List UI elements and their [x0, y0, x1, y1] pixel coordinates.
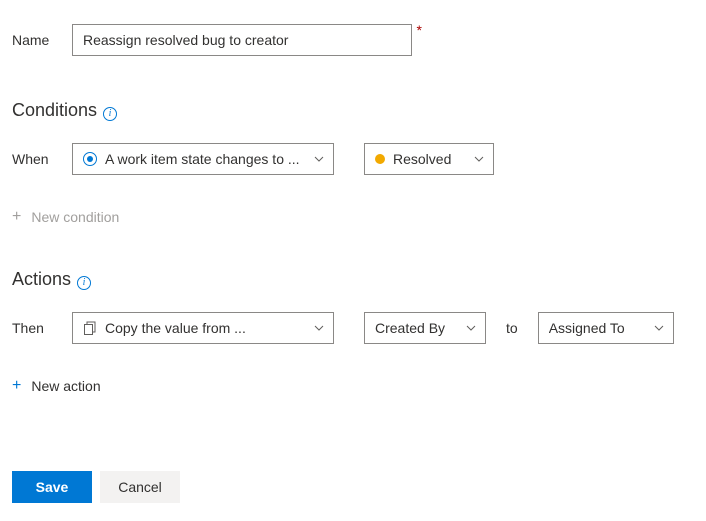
add-condition-button[interactable]: + New condition: [12, 209, 119, 225]
state-status-icon: [375, 154, 385, 164]
chevron-down-icon: [313, 322, 325, 334]
chevron-down-icon: [473, 153, 485, 165]
save-button[interactable]: Save: [12, 471, 92, 503]
condition-state-dropdown[interactable]: Resolved: [364, 143, 494, 175]
copy-icon: [83, 321, 97, 335]
info-icon[interactable]: i: [103, 100, 117, 121]
condition-trigger-dropdown[interactable]: A work item state changes to ...: [72, 143, 334, 175]
plus-icon: +: [12, 209, 21, 225]
plus-icon: +: [12, 378, 21, 394]
action-target-field-dropdown[interactable]: Assigned To: [538, 312, 674, 344]
to-label: to: [506, 320, 518, 336]
required-indicator: *: [417, 22, 422, 38]
condition-state-text: Resolved: [393, 151, 451, 167]
chevron-down-icon: [465, 322, 477, 334]
action-type-text: Copy the value from ...: [105, 320, 246, 336]
rule-name-input[interactable]: [72, 24, 412, 56]
action-type-dropdown[interactable]: Copy the value from ...: [72, 312, 334, 344]
condition-trigger-text: A work item state changes to ...: [105, 151, 300, 167]
cancel-button[interactable]: Cancel: [100, 471, 180, 503]
actions-title: Actions: [12, 269, 71, 290]
action-source-field-dropdown[interactable]: Created By: [364, 312, 486, 344]
chevron-down-icon: [313, 153, 325, 165]
then-label: Then: [12, 320, 72, 336]
when-label: When: [12, 151, 72, 167]
action-target-field-text: Assigned To: [549, 320, 625, 336]
chevron-down-icon: [653, 322, 665, 334]
action-source-field-text: Created By: [375, 320, 445, 336]
info-icon[interactable]: i: [77, 269, 91, 290]
add-condition-label: New condition: [31, 209, 119, 225]
add-action-label: New action: [31, 378, 100, 394]
radio-selected-icon: [83, 152, 97, 166]
name-label: Name: [12, 32, 72, 48]
add-action-button[interactable]: + New action: [12, 378, 101, 394]
conditions-title: Conditions: [12, 100, 97, 121]
